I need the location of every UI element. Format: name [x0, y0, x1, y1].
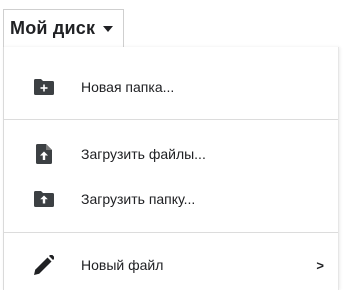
menu-item-new-file[interactable]: Новый файл > — [4, 245, 338, 285]
drive-new-menu-screen: Мой диск Новая папка... Загрузить файлы.… — [0, 0, 345, 290]
menu-item-label: Загрузить папку... — [81, 191, 196, 207]
pencil-icon — [33, 254, 55, 276]
menu-divider — [4, 119, 338, 120]
caret-down-icon — [103, 25, 114, 32]
file-upload-icon — [33, 143, 55, 165]
my-drive-button[interactable]: Мой диск — [3, 9, 125, 47]
submenu-chevron-right-icon: > — [316, 257, 324, 273]
new-item-menu: Новая папка... Загрузить файлы... Загруз… — [3, 47, 339, 290]
menu-item-label: Загрузить файлы... — [81, 146, 206, 162]
folder-upload-icon — [33, 188, 55, 210]
menu-item-upload-folder[interactable]: Загрузить папку... — [4, 179, 338, 219]
my-drive-title: Мой диск — [10, 18, 96, 38]
menu-item-label: Новая папка... — [81, 79, 175, 95]
menu-item-new-folder[interactable]: Новая папка... — [4, 67, 338, 107]
menu-item-label: Новый файл — [81, 257, 164, 273]
new-folder-icon — [33, 76, 55, 98]
menu-divider — [4, 232, 338, 233]
menu-item-upload-files[interactable]: Загрузить файлы... — [4, 134, 338, 174]
